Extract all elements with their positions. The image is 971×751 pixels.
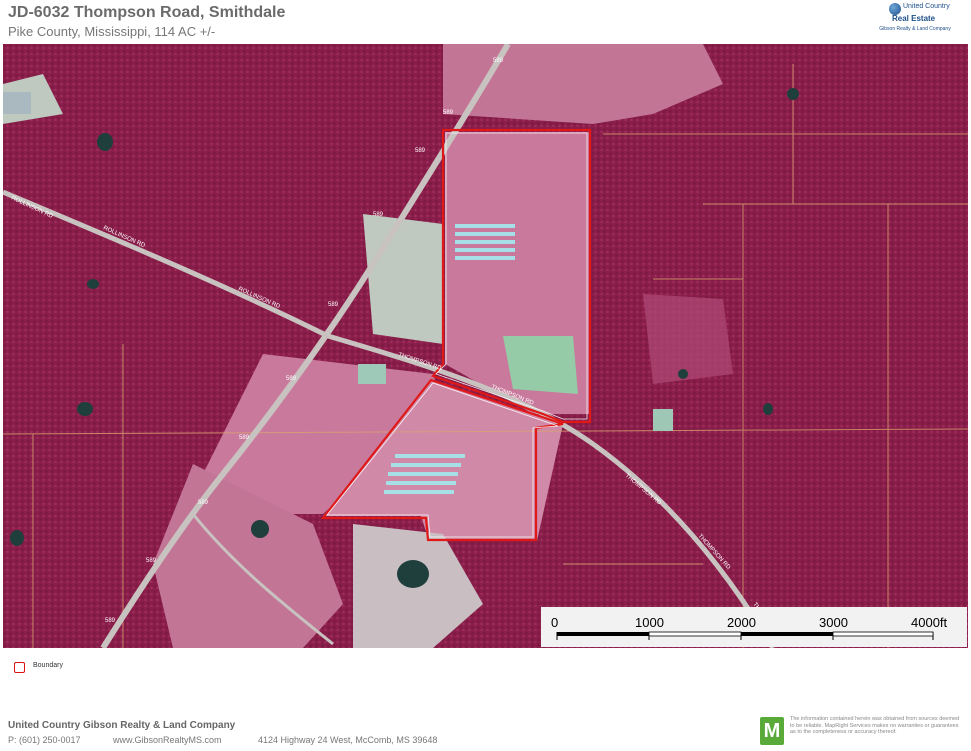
pond: [787, 88, 799, 100]
page-title: JD-6032 Thompson Road, Smithdale: [8, 4, 286, 21]
scale-bar: 0 1000 2000 3000 4000ft: [541, 607, 967, 647]
mapright-logo: M: [760, 717, 784, 745]
teal-field-north: [503, 336, 578, 394]
teal-patch: [358, 364, 386, 384]
building: [455, 256, 515, 260]
scale-segment: [648, 631, 742, 637]
pond: [397, 560, 429, 588]
highway-marker: 589: [328, 302, 339, 308]
field-east-clearing: [643, 294, 733, 384]
building: [388, 472, 458, 476]
scale-label: 2000: [727, 615, 756, 630]
pond: [10, 530, 24, 546]
logo-real-estate: Real Estate: [892, 14, 936, 23]
footer-address: 4124 Highway 24 West, McComb, MS 39648: [258, 735, 438, 745]
highway-marker: 589: [286, 376, 297, 382]
logo-company: Gibson Realty & Land Company: [879, 26, 951, 32]
footer-disclaimer: The information contained herein was obt…: [790, 716, 960, 735]
page-subtitle: Pike County, Mississippi, 114 AC +/-: [8, 24, 216, 39]
footer-company: United Country Gibson Realty & Land Comp…: [8, 720, 236, 731]
highway-marker: 589: [373, 212, 384, 218]
building: [386, 481, 456, 485]
pond: [97, 133, 113, 151]
scale-labels: 0 1000 2000 3000 4000ft: [551, 615, 948, 630]
boundary-swatch-icon: [14, 662, 25, 673]
pond: [77, 402, 93, 416]
pond: [251, 520, 269, 538]
scale-label: 0: [551, 615, 558, 630]
aerial-map[interactable]: ROLLINSON RD ROLLINSON RD ROLLINSON RD T…: [3, 44, 968, 648]
footer-phone: P: (601) 250-0017: [8, 735, 81, 745]
scale-segment: [741, 632, 833, 636]
building: [391, 463, 461, 467]
united-country-logo: United Country Real Estate Gibson Realty…: [878, 0, 952, 42]
field-center-west: [363, 214, 443, 344]
map-canvas: ROLLINSON RD ROLLINSON RD ROLLINSON RD T…: [3, 44, 968, 648]
scale-segment: [832, 631, 934, 637]
pond: [87, 279, 99, 289]
building: [395, 454, 465, 458]
highway-marker: 589: [415, 148, 426, 154]
legend-boundary-label: Boundary: [33, 662, 63, 669]
logo-brand: United Country: [903, 3, 950, 10]
building: [455, 224, 515, 228]
building: [455, 232, 515, 236]
building: [384, 490, 454, 494]
teal-patch: [653, 409, 673, 431]
scale-label: 1000: [635, 615, 664, 630]
pond: [763, 403, 773, 415]
building: [455, 248, 515, 252]
scale-label: 3000: [819, 615, 848, 630]
highway-marker: 589: [493, 58, 504, 64]
highway-marker: 589: [198, 500, 209, 506]
highway-marker: 589: [443, 110, 454, 116]
scale-bar-graphic: 0 1000 2000 3000 4000ft: [551, 615, 948, 640]
footer-website[interactable]: www.GibsonRealtyMS.com: [113, 735, 222, 745]
scale-segment: [557, 632, 649, 636]
highway-marker: 589: [105, 618, 116, 624]
pond: [678, 369, 688, 379]
scale-label: 4000ft: [911, 615, 948, 630]
teal-patch: [3, 92, 31, 114]
highway-marker: 589: [146, 558, 157, 564]
building: [455, 240, 515, 244]
highway-marker: 589: [239, 435, 250, 441]
